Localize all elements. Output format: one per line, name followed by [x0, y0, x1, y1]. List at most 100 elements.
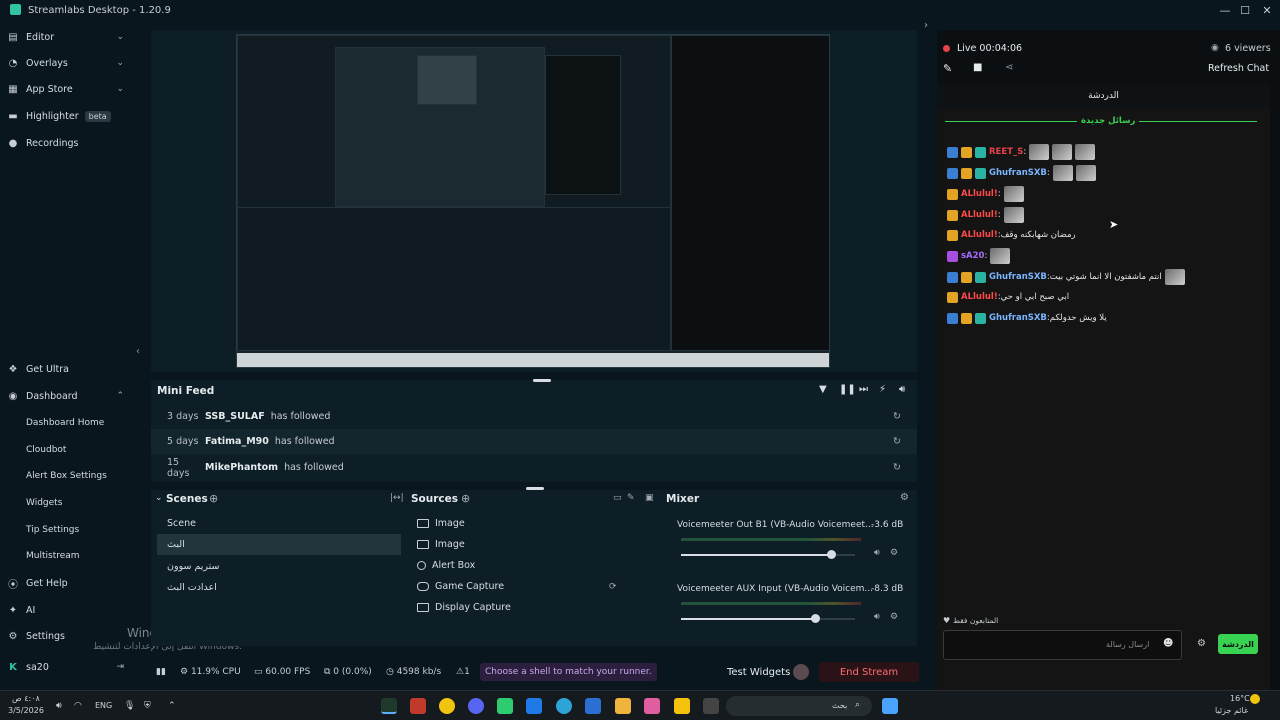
chevron-down-icon[interactable]: ⌄: [155, 493, 163, 503]
share-icon[interactable]: ⋖: [1005, 62, 1013, 73]
test-widgets-button[interactable]: Test Widgets: [727, 660, 790, 684]
gear-icon[interactable]: ⚙: [890, 548, 898, 558]
resize-handle[interactable]: [533, 379, 551, 382]
sidebar-item-editor[interactable]: ▤ Editor ⌄: [0, 24, 134, 50]
sidebar-item-overlays[interactable]: ◔ Overlays ⌄: [0, 50, 134, 76]
chat-username[interactable]: ALlulul!: [961, 210, 998, 220]
chat-username[interactable]: GhufranSXB: [989, 168, 1047, 178]
chat-username[interactable]: REET_S: [989, 147, 1023, 157]
refresh-chat-button[interactable]: Refresh Chat: [1208, 63, 1269, 74]
group-icon[interactable]: ▭: [613, 493, 622, 503]
shield-icon[interactable]: ⛨: [144, 701, 151, 711]
gear-icon[interactable]: ⚙: [900, 492, 909, 503]
taskbar-search[interactable]: بحث ⌕: [726, 696, 872, 716]
edge-icon[interactable]: [556, 698, 572, 714]
wifi-icon[interactable]: ◠: [74, 701, 82, 711]
scene-item-selected[interactable]: البث: [157, 534, 401, 555]
language-indicator[interactable]: ENG: [95, 701, 112, 710]
chat-username[interactable]: GhufranSXB: [989, 272, 1047, 282]
chrome-icon[interactable]: [439, 698, 455, 714]
chat-username[interactable]: GhufranSXB: [989, 313, 1047, 323]
chat-username[interactable]: ALlulul!: [961, 189, 998, 199]
speaker-icon[interactable]: 🔊︎: [56, 701, 62, 711]
collapse-left-icon[interactable]: ‹: [136, 346, 140, 357]
sidebar-item-alert-box-settings[interactable]: Alert Box Settings: [26, 463, 107, 489]
sidebar-item-dashboard[interactable]: ◉ Dashboard ⌃: [0, 383, 134, 409]
volume-knob[interactable]: [810, 614, 820, 623]
pencil-icon[interactable]: ✎: [943, 62, 952, 75]
mute-alerts-icon[interactable]: ⚡: [879, 384, 886, 395]
start-icon[interactable]: [882, 698, 898, 714]
speaker-icon[interactable]: 🔊︎: [874, 612, 880, 622]
refresh-icon[interactable]: ⟳: [609, 582, 617, 592]
app-taskbar-icon[interactable]: [410, 698, 426, 714]
sidebar-item-app-store[interactable]: ▦ App Store ⌄: [0, 76, 134, 102]
folder-icon[interactable]: [615, 698, 631, 714]
add-source-icon[interactable]: ⊕: [461, 492, 470, 505]
volume-knob[interactable]: [826, 550, 836, 559]
chat-send-button[interactable]: الدردشة: [1218, 634, 1258, 654]
sidebar-item-get-ultra[interactable]: ❖ Get Ultra: [0, 356, 134, 382]
gear-icon[interactable]: ⚙: [890, 612, 898, 622]
expand-right-icon[interactable]: ›: [924, 20, 928, 31]
minimize-icon[interactable]: —: [1214, 0, 1236, 20]
sidebar-item-recordings[interactable]: ● Recordings: [0, 130, 134, 156]
notification-message[interactable]: Choose a shell to match your runner.: [480, 663, 657, 681]
sidebar-item-tip-settings[interactable]: Tip Settings: [26, 517, 79, 543]
sidebar-item-cloudbot[interactable]: Cloudbot: [26, 437, 66, 463]
volume-slider[interactable]: [681, 614, 855, 623]
volume-slider[interactable]: [681, 550, 855, 559]
sidebar-item-dashboard-home[interactable]: Dashboard Home: [26, 410, 104, 436]
app-taskbar-icon[interactable]: [703, 698, 719, 714]
sidebar-item-highlighter[interactable]: ▬ Highlighter beta: [0, 103, 134, 129]
folder-icon[interactable]: ▣: [645, 493, 654, 503]
pause-icon[interactable]: ❚❚: [839, 384, 856, 395]
source-item[interactable]: Image: [417, 534, 653, 555]
repeat-icon[interactable]: ↻: [893, 462, 901, 473]
skip-icon[interactable]: ⏭: [859, 384, 868, 395]
maximize-icon[interactable]: ☐: [1234, 0, 1256, 20]
speaker-icon[interactable]: 🔊︎: [874, 548, 880, 558]
stats-icon[interactable]: ▮▮: [156, 660, 166, 684]
outlook-icon[interactable]: [526, 698, 542, 714]
source-item[interactable]: Game Capture ⟳: [417, 576, 653, 597]
source-item[interactable]: Image: [417, 513, 653, 534]
camera-icon[interactable]: ■: [973, 62, 982, 73]
source-item[interactable]: Alert Box: [417, 555, 653, 576]
record-button[interactable]: [793, 664, 809, 680]
chat-username[interactable]: ALlulul!: [961, 292, 998, 302]
mic-icon[interactable]: ✎: [627, 493, 635, 503]
sidebar-item-get-help[interactable]: ⦿ Get Help: [0, 570, 134, 596]
end-stream-button[interactable]: End Stream: [819, 662, 919, 682]
chat-tab-title[interactable]: الدردشة: [937, 84, 1270, 108]
collection-icon[interactable]: |↔|: [390, 493, 404, 503]
store-icon[interactable]: [585, 698, 601, 714]
filter-icon[interactable]: ▼: [819, 384, 827, 395]
mic-icon[interactable]: 🎙︎: [124, 701, 135, 711]
sidebar-item-user[interactable]: K sa20 ⇥: [0, 654, 134, 680]
sidebar-item-widgets[interactable]: Widgets: [26, 490, 62, 516]
app-taskbar-icon[interactable]: [674, 698, 690, 714]
scene-item[interactable]: Scene: [157, 513, 401, 534]
chat-input[interactable]: ارسال رسالة ☻: [943, 630, 1182, 660]
scene-item[interactable]: اعدادت البث: [157, 577, 401, 598]
discord-icon[interactable]: [468, 698, 484, 714]
weather-icon[interactable]: [1250, 694, 1260, 704]
source-item[interactable]: Display Capture: [417, 597, 653, 618]
volume-icon[interactable]: 🔊︎: [899, 384, 905, 395]
app-taskbar-icon[interactable]: [644, 698, 660, 714]
chevron-up-icon[interactable]: ⌃: [168, 701, 176, 711]
add-scene-icon[interactable]: ⊕: [209, 492, 218, 505]
streamlabs-taskbar-icon[interactable]: [381, 698, 397, 714]
emoji-icon[interactable]: ☻: [1163, 638, 1173, 649]
gear-icon[interactable]: ⚙: [1197, 638, 1206, 649]
repeat-icon[interactable]: ↻: [893, 436, 901, 447]
sidebar-item-ai[interactable]: ✦ AI: [0, 597, 134, 623]
chat-username[interactable]: ALlulul!: [961, 230, 998, 240]
repeat-icon[interactable]: ↻: [893, 411, 901, 422]
chat-username[interactable]: sA20: [961, 251, 984, 261]
sidebar-item-multistream[interactable]: Multistream: [26, 543, 80, 569]
scene-item[interactable]: ستريم سوون: [157, 556, 401, 577]
close-icon[interactable]: ✕: [1256, 0, 1278, 20]
app-taskbar-icon[interactable]: [497, 698, 513, 714]
